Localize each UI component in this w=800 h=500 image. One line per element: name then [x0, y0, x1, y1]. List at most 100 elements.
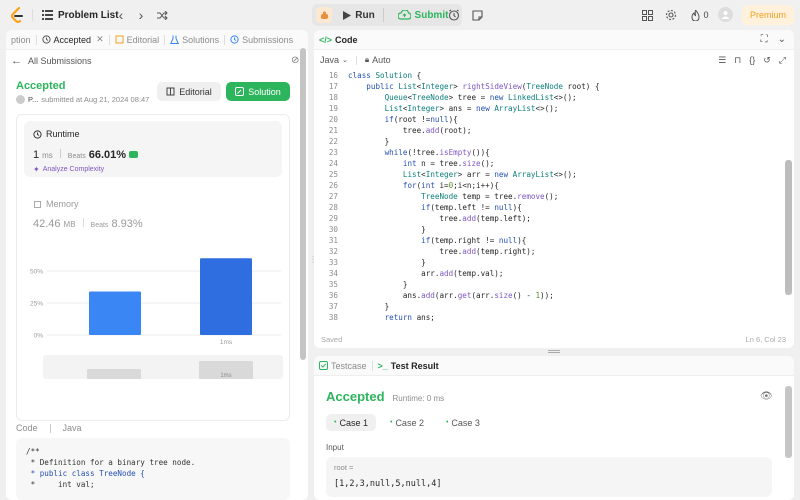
- left-tabs: ption Accepted ✕ Editorial Solutions Sub…: [6, 30, 308, 50]
- user-avatar[interactable]: [16, 95, 25, 104]
- timer-icon[interactable]: [446, 7, 462, 23]
- shuffle-icon[interactable]: [155, 8, 169, 22]
- line-number: 16: [328, 71, 338, 80]
- code-line: 30 }: [314, 224, 426, 235]
- dot-icon: •: [389, 419, 393, 426]
- case-tab-1[interactable]: • Case 1: [326, 414, 376, 431]
- cursor-position: Ln 6, Col 23: [745, 335, 786, 344]
- case-tab-2[interactable]: • Case 2: [382, 414, 432, 431]
- y-tick-label: 25%: [30, 301, 43, 308]
- fullscreen-icon[interactable]: ⤢: [779, 55, 786, 66]
- tab-label: Code: [335, 34, 358, 45]
- result-scrollbar[interactable]: [785, 386, 792, 458]
- expand-icon[interactable]: ⌄: [778, 34, 786, 45]
- line-number: 18: [328, 93, 338, 102]
- list-icon[interactable]: [40, 8, 54, 22]
- resize-handle-vertical[interactable]: ⋮: [309, 255, 317, 267]
- runtime-header: Runtime: [33, 129, 80, 139]
- editorial-button[interactable]: Editorial: [157, 82, 221, 101]
- problem-list-link[interactable]: Problem List: [58, 8, 119, 22]
- tab-label: Accepted: [53, 34, 92, 45]
- code-line: * int val;: [26, 480, 95, 489]
- auto-mode-toggle[interactable]: 🔒︎ Auto: [365, 55, 391, 65]
- flask-icon: [170, 35, 180, 44]
- line-number: 35: [328, 280, 338, 289]
- solution-button[interactable]: Solution: [226, 82, 290, 101]
- streak-counter[interactable]: 0: [688, 8, 712, 22]
- beats-label: Beats: [90, 222, 109, 229]
- premium-button[interactable]: Premium: [742, 5, 794, 25]
- debug-icon[interactable]: [316, 7, 332, 23]
- next-problem-icon[interactable]: ›: [135, 7, 147, 23]
- all-submissions-link[interactable]: ← All Submissions: [11, 55, 92, 67]
- distribution-bar: [89, 291, 141, 335]
- code-editor[interactable]: 16 class Solution {17 public List < Integer…: [314, 70, 784, 326]
- code-label: Code: [16, 423, 38, 433]
- back-arrow-icon: ←: [11, 55, 22, 67]
- memory-header[interactable]: Memory: [33, 199, 79, 209]
- notes-icon[interactable]: [469, 7, 485, 23]
- code-line: 18 Queue < TreeNode > tree = new LinkedList…: [314, 92, 577, 103]
- avatar[interactable]: [718, 7, 733, 22]
- distribution-bar: [200, 258, 252, 335]
- leetcode-logo[interactable]: [10, 7, 24, 23]
- code-line: 28 if (temp.left != null){: [314, 202, 522, 213]
- line-number: 36: [328, 291, 338, 300]
- line-number: 29: [328, 214, 338, 223]
- code-editor-panel: </> Code ⛶ ⌄ Java ⌄ 🔒︎ Auto ☰ ⊓ {} ↺ ⤢ 1…: [314, 30, 794, 348]
- editorial-label: Editorial: [179, 86, 212, 97]
- maximize-icon[interactable]: ⛶: [761, 34, 768, 45]
- code-line: 35 }: [314, 279, 408, 290]
- tab-description[interactable]: ption: [6, 30, 36, 50]
- line-number: 19: [328, 104, 338, 113]
- eye-icon[interactable]: 👁︎: [760, 391, 773, 402]
- line-number: 26: [328, 181, 338, 190]
- case-tab-3[interactable]: • Case 3: [438, 414, 488, 431]
- gear-icon[interactable]: [664, 8, 678, 22]
- prev-problem-icon[interactable]: ‹: [115, 7, 127, 23]
- username[interactable]: P...: [28, 95, 38, 104]
- reset-icon[interactable]: ↺: [763, 55, 771, 66]
- analyze-complexity-link[interactable]: ✦ Analyze Complexity: [33, 165, 104, 174]
- line-number: 25: [328, 170, 338, 179]
- language-select[interactable]: Java ⌄: [320, 55, 348, 65]
- layout-icon[interactable]: [640, 8, 654, 22]
- submission-status: Accepted: [16, 80, 66, 92]
- bookmark-icon[interactable]: ⊓: [734, 55, 741, 66]
- code-line: 22 }: [314, 136, 389, 147]
- line-number: 32: [328, 247, 338, 256]
- link-icon[interactable]: ⊘: [291, 55, 299, 66]
- code-line: 26 for(int i= 0 ;i<n;i++){: [314, 180, 499, 191]
- braces-icon[interactable]: {}: [749, 55, 755, 66]
- case-label: Case 1: [339, 417, 368, 428]
- tab-solutions[interactable]: Solutions: [165, 30, 224, 50]
- line-number: 17: [328, 82, 338, 91]
- editor-scrollbar[interactable]: [785, 160, 792, 295]
- submission-meta: P... submitted at Aug 21, 2024 08:47: [16, 95, 149, 104]
- runtime-unit: ms: [42, 151, 53, 160]
- resize-handle-horizontal[interactable]: [548, 350, 560, 353]
- format-icon[interactable]: ☰: [718, 55, 726, 66]
- code-line: * Definition for a binary tree node.: [26, 458, 196, 467]
- run-label: Run: [355, 9, 375, 21]
- tab-editorial[interactable]: Editorial: [110, 30, 165, 50]
- tab-testcase[interactable]: Testcase: [314, 356, 372, 376]
- tab-test-result[interactable]: >_ Test Result: [373, 356, 444, 376]
- divider: [49, 424, 51, 433]
- code-line: * public class TreeNode {: [26, 469, 145, 478]
- code-line: 34 arr. add (temp.val);: [314, 268, 504, 279]
- left-scrollbar[interactable]: [300, 48, 306, 360]
- code-line: 17 public List < Integer > rightSideView(Tr…: [314, 81, 600, 92]
- range-mini-bar: [87, 369, 141, 379]
- input-box: root = [1,2,3,null,5,null,4]: [326, 457, 772, 497]
- close-tab-icon[interactable]: ✕: [96, 34, 104, 45]
- tab-submissions[interactable]: Submissions: [225, 30, 298, 50]
- tab-code[interactable]: </> Code: [314, 30, 363, 50]
- submit-label: Submit: [414, 9, 449, 21]
- runtime-box[interactable]: Runtime 1 ms Beats 66.01% ✦ Analyze Comp…: [24, 121, 282, 177]
- tab-accepted[interactable]: Accepted ✕: [37, 30, 109, 50]
- line-number: 20: [328, 115, 338, 124]
- result-summary: Accepted Runtime: 0 ms: [326, 389, 444, 404]
- run-button[interactable]: Run: [336, 5, 382, 25]
- beats-badge-icon: [129, 151, 139, 158]
